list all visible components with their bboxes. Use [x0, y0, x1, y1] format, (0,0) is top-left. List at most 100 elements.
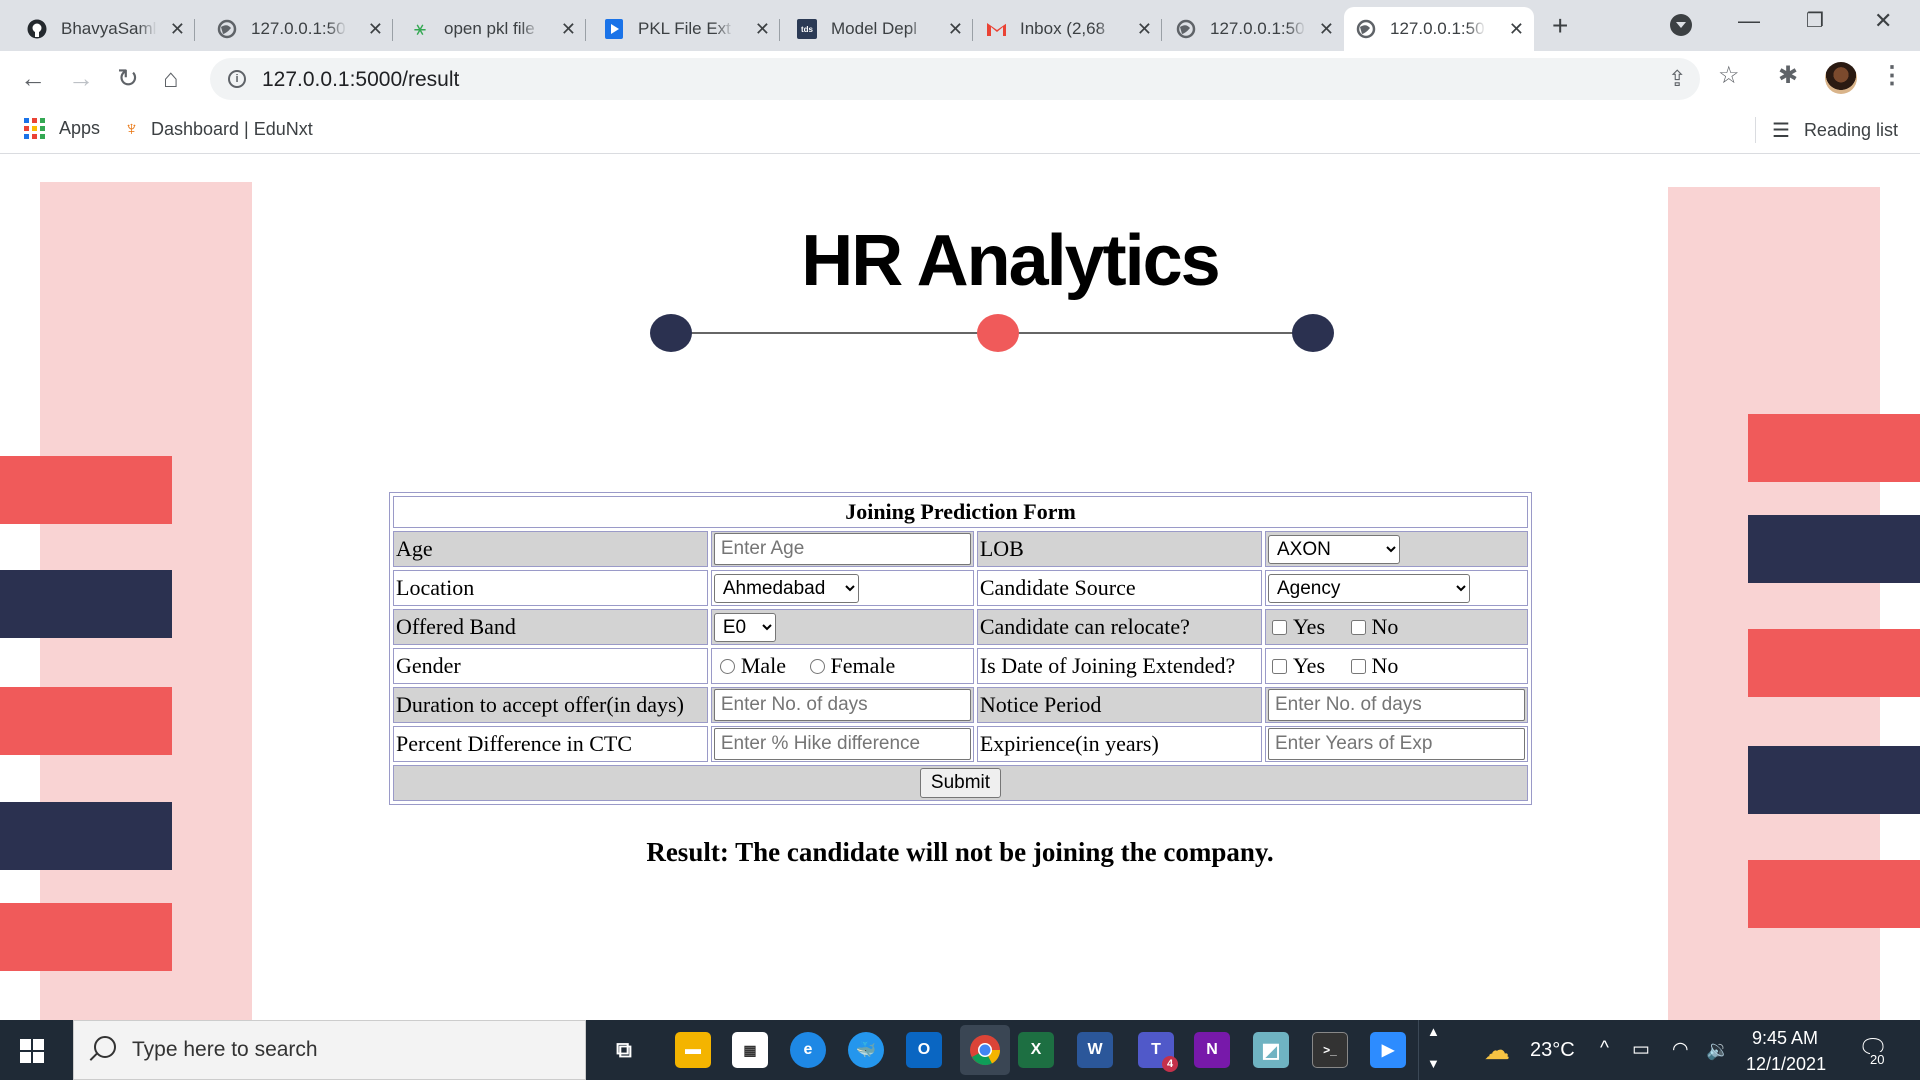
word-icon[interactable]: W — [1077, 1032, 1113, 1068]
windows-taskbar: Type here to search ⧉ ▬ ▦ e 🐳 O X W T4 N… — [0, 1020, 1920, 1080]
temperature[interactable]: 23°C — [1530, 1039, 1575, 1062]
tab-local-2[interactable]: 127.0.0.1:50 ✕ — [1164, 7, 1344, 51]
globe-icon — [217, 19, 237, 39]
relocate-no-label: No — [1371, 614, 1399, 639]
close-icon[interactable]: ✕ — [561, 19, 576, 40]
clock-date[interactable]: 12/1/2021 — [1746, 1054, 1826, 1075]
taskbar-search[interactable]: Type here to search — [73, 1020, 586, 1080]
store-icon[interactable]: ▦ — [732, 1032, 768, 1068]
onenote-icon[interactable]: N — [1194, 1032, 1230, 1068]
tab-open-pkl[interactable]: ⚹ open pkl file ✕ — [398, 7, 586, 51]
extensions-icon[interactable]: ✱ — [1778, 61, 1798, 90]
tab-title: 127.0.0.1:50 — [1210, 19, 1305, 38]
bookmark-edunxt[interactable]: ♆ Dashboard | EduNxt — [124, 118, 313, 141]
reading-list-label: Reading list — [1803, 120, 1898, 140]
doj-no-label: No — [1371, 653, 1399, 678]
window-close-icon[interactable]: ✕ — [1874, 8, 1892, 34]
navy-dot — [650, 314, 692, 352]
tab-pkl-ext[interactable]: PKL File Ext ✕ — [592, 7, 780, 51]
teams-icon[interactable]: T4 — [1138, 1032, 1178, 1072]
lob-label: LOB — [976, 531, 1262, 567]
battery-icon[interactable]: ▭ — [1632, 1038, 1650, 1061]
tab-local-1[interactable]: 127.0.0.1:50 ✕ — [205, 7, 393, 51]
task-view-icon[interactable]: ⧉ — [606, 1032, 642, 1068]
offered-band-select[interactable]: E0 — [713, 612, 776, 642]
gender-male-radio[interactable] — [719, 659, 735, 674]
bookmark-apps[interactable]: Apps — [24, 118, 100, 139]
reading-list[interactable]: ☰ Reading list — [1772, 118, 1898, 143]
tab-model-deploy[interactable]: tds Model Depl ✕ — [785, 7, 973, 51]
gender-female-radio[interactable] — [809, 659, 825, 674]
age-input[interactable] — [713, 533, 971, 565]
tab-title: PKL File Ext — [638, 19, 731, 38]
terminal-icon[interactable]: >_ — [1312, 1032, 1348, 1068]
scroll-down-icon[interactable]: ▼ — [1427, 1056, 1440, 1071]
tab-search-icon[interactable] — [1670, 14, 1692, 36]
site-info-icon[interactable]: i — [228, 70, 246, 88]
clock-time[interactable]: 9:45 AM — [1752, 1028, 1818, 1049]
bookmark-label: Dashboard | EduNxt — [151, 119, 313, 139]
edge-icon[interactable]: e — [790, 1032, 826, 1068]
notice-period-label: Notice Period — [976, 687, 1262, 723]
close-icon[interactable]: ✕ — [1137, 19, 1152, 40]
submit-button[interactable]: Submit — [919, 768, 1002, 798]
close-icon[interactable]: ✕ — [755, 19, 770, 40]
zoom-icon[interactable]: ▶ — [1370, 1032, 1406, 1068]
close-icon[interactable]: ✕ — [368, 19, 383, 40]
menu-kebab-icon[interactable]: ⋮ — [1880, 61, 1904, 90]
close-icon[interactable]: ✕ — [1319, 19, 1334, 40]
left-coral-bar — [0, 456, 172, 524]
close-icon[interactable]: ✕ — [170, 19, 185, 40]
doj-yes-checkbox[interactable] — [1272, 659, 1287, 674]
globe-icon — [1176, 19, 1196, 39]
close-icon[interactable]: ✕ — [948, 19, 963, 40]
home-icon[interactable]: ⌂ — [163, 63, 179, 93]
windows-start-icon[interactable] — [20, 1039, 44, 1063]
tray-chevron-icon[interactable]: ^ — [1600, 1038, 1609, 1060]
volume-icon[interactable]: 🔉 — [1706, 1038, 1730, 1062]
restore-icon[interactable]: ❐ — [1806, 8, 1824, 33]
duration-input[interactable] — [713, 689, 971, 721]
tab-local-active[interactable]: 127.0.0.1:50 ✕ — [1344, 7, 1534, 51]
notice-period-input[interactable] — [1268, 689, 1525, 721]
apps-grid-icon — [24, 118, 45, 139]
right-navy-bar — [1748, 746, 1920, 814]
bookmark-star-icon[interactable]: ☆ — [1718, 61, 1740, 90]
avatar[interactable] — [1825, 62, 1857, 94]
right-coral-bar — [1748, 414, 1920, 482]
doj-no-checkbox[interactable] — [1350, 659, 1366, 674]
location-label: Location — [393, 570, 708, 606]
minimize-icon[interactable]: — — [1738, 8, 1760, 34]
relocate-yes-checkbox[interactable] — [1272, 620, 1287, 635]
back-icon[interactable]: ← — [20, 63, 46, 93]
new-tab-button[interactable]: + — [1552, 10, 1568, 42]
reload-icon[interactable]: ↻ — [117, 63, 139, 93]
tab-title: 127.0.0.1:50 — [1390, 19, 1485, 38]
outlook-icon[interactable]: O — [906, 1032, 942, 1068]
experience-input[interactable] — [1268, 728, 1525, 760]
bookmarks-bar: Apps ♆ Dashboard | EduNxt ☰ Reading list — [0, 107, 1920, 154]
wifi-icon[interactable]: ◠ — [1672, 1038, 1689, 1061]
forward-icon[interactable]: → — [68, 63, 94, 93]
close-icon[interactable]: ✕ — [1509, 19, 1524, 40]
candidate-source-select[interactable]: Agency — [1268, 573, 1470, 603]
excel-icon[interactable]: X — [1018, 1032, 1054, 1068]
ctc-difference-input[interactable] — [713, 728, 971, 760]
url-text[interactable]: 127.0.0.1:5000/result — [262, 68, 459, 92]
share-icon[interactable]: ⇪ — [1668, 66, 1686, 92]
app-shard-icon[interactable]: ◩ — [1253, 1032, 1289, 1068]
gmail-icon — [986, 19, 1006, 39]
tab-title: Inbox (2,68 — [1020, 19, 1106, 38]
weather-icon[interactable]: ☁ — [1484, 1035, 1510, 1066]
address-bar[interactable]: i 127.0.0.1:5000/result ⇪ — [210, 58, 1700, 100]
location-select[interactable]: Ahmedabad — [713, 573, 859, 603]
tab-gmail[interactable]: Inbox (2,68 ✕ — [974, 7, 1162, 51]
lob-select[interactable]: AXON — [1268, 534, 1400, 564]
scroll-up-icon[interactable]: ▲ — [1427, 1024, 1440, 1039]
docker-icon[interactable]: 🐳 — [848, 1032, 884, 1068]
chrome-icon[interactable] — [960, 1025, 1010, 1075]
tab-github[interactable]: BhavyaSaml ✕ — [15, 7, 195, 51]
file-explorer-icon[interactable]: ▬ — [675, 1032, 711, 1068]
relocate-no-checkbox[interactable] — [1350, 620, 1366, 635]
sparkle-icon: ⚹ — [414, 17, 426, 40]
